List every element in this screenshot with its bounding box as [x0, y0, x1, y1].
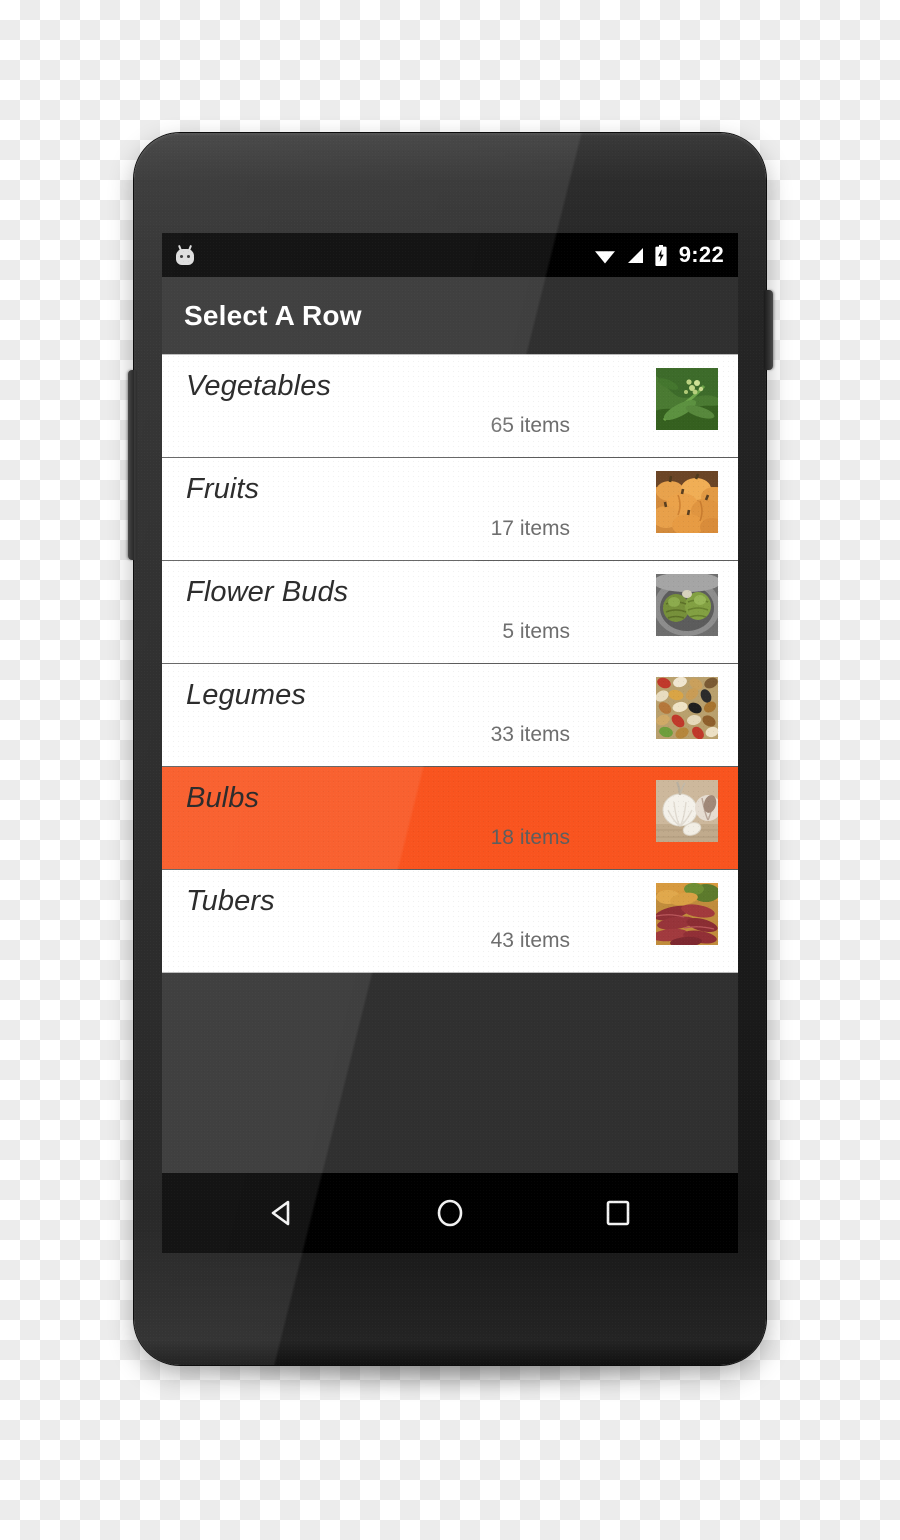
list-item-count: 65 items: [490, 414, 570, 437]
android-phone-device: 9:22 Select A Row Vegetables 65 items Fr…: [134, 133, 766, 1365]
status-bar-notifications: [174, 244, 196, 266]
list-item-title: Vegetables: [186, 370, 332, 402]
list-item-selected[interactable]: Bulbs 18 items: [162, 767, 738, 870]
list-item[interactable]: Vegetables 65 items: [162, 355, 738, 458]
home-button[interactable]: [419, 1182, 481, 1244]
list-item-title: Tubers: [186, 885, 275, 917]
action-bar: Select A Row: [162, 277, 738, 354]
list-item-count: 33 items: [490, 723, 570, 746]
list-item-count: 18 items: [490, 826, 570, 849]
list-item-count: 5 items: [502, 620, 570, 643]
navigation-bar[interactable]: [162, 1173, 738, 1253]
power-button[interactable]: [764, 290, 773, 370]
list-item[interactable]: Legumes 33 items: [162, 664, 738, 767]
phone-screen: 9:22 Select A Row Vegetables 65 items Fr…: [162, 233, 738, 1253]
home-circle-icon: [437, 1199, 463, 1227]
status-bar-clock: 9:22: [678, 242, 724, 267]
recents-button[interactable]: [587, 1182, 649, 1244]
garlic-thumbnail: [656, 780, 718, 842]
leafy-greens-thumbnail: [656, 368, 718, 430]
artichokes-thumbnail: [656, 574, 718, 636]
wifi-icon: [594, 250, 615, 263]
list-item[interactable]: Fruits 17 items: [162, 458, 738, 561]
list-item[interactable]: Flower Buds 5 items: [162, 561, 738, 664]
cellular-signal-icon: [627, 247, 643, 263]
list-item-title: Bulbs: [186, 782, 260, 814]
pumpkins-thumbnail: [656, 471, 718, 533]
status-bar-system-icons: 9:22: [594, 244, 724, 266]
android-bugdroid-icon: [174, 244, 196, 266]
list-item-count: 17 items: [490, 517, 570, 540]
list-item-count: 43 items: [490, 929, 570, 952]
list-item-title: Flower Buds: [186, 576, 349, 608]
list-item[interactable]: Tubers 43 items: [162, 870, 738, 973]
content-area: Vegetables 65 items Fruits 17 items Flow…: [162, 354, 738, 1173]
mixed-beans-thumbnail: [656, 677, 718, 739]
back-button[interactable]: [251, 1182, 313, 1244]
back-triangle-icon: [271, 1200, 290, 1226]
volume-rocker-button[interactable]: [128, 370, 137, 560]
page-title: Select A Row: [184, 299, 362, 331]
list-item-title: Legumes: [186, 679, 306, 711]
recents-square-icon: [606, 1200, 630, 1226]
red-tubers-thumbnail: [656, 883, 718, 945]
status-bar[interactable]: 9:22: [162, 233, 738, 277]
screenshot-canvas: 9:22 Select A Row Vegetables 65 items Fr…: [0, 0, 900, 1540]
battery-charging-icon: [655, 244, 667, 266]
list-item-title: Fruits: [186, 473, 260, 505]
category-list[interactable]: Vegetables 65 items Fruits 17 items Flow…: [162, 354, 738, 973]
